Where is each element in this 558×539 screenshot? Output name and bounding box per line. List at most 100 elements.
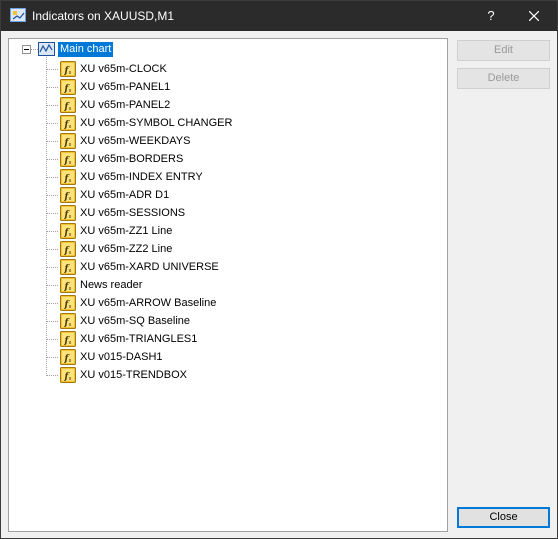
indicator-icon: fx <box>60 79 76 95</box>
help-button[interactable]: ? <box>471 1 511 31</box>
tree-connector <box>46 141 58 142</box>
tree-item-label: XU v65m-ZZ2 Line <box>80 243 173 255</box>
tree-connector <box>46 195 58 196</box>
tree-item[interactable]: f x XU v65m-ZZ2 Line <box>46 240 426 258</box>
tree-connector <box>46 123 58 124</box>
tree-connector <box>46 87 58 88</box>
svg-text:x: x <box>69 178 72 184</box>
collapse-toggle[interactable] <box>22 45 31 54</box>
tree-item-label: XU v65m-SESSIONS <box>80 207 186 219</box>
tree-connector <box>46 177 58 178</box>
tree-connector <box>46 321 58 322</box>
tree-root-main-chart[interactable]: Main chart <box>58 42 114 57</box>
tree-item-label: XU v65m-TRIANGLES1 <box>80 333 198 345</box>
indicator-icon: fx <box>60 223 76 239</box>
indicator-icon: fx <box>60 115 76 131</box>
close-icon <box>528 10 540 22</box>
delete-button[interactable]: Delete <box>457 68 550 89</box>
svg-text:x: x <box>69 196 72 202</box>
tree-item[interactable]: f x XU v65m-CLOCK <box>46 60 426 78</box>
indicator-icon: fx <box>60 133 76 149</box>
tree-item[interactable]: f x XU v65m-PANEL2 <box>46 96 426 114</box>
tree-connector <box>46 303 58 304</box>
svg-text:x: x <box>69 286 72 292</box>
svg-text:x: x <box>69 358 72 364</box>
indicator-icon: fx <box>60 205 76 221</box>
svg-text:x: x <box>69 106 72 112</box>
svg-text:x: x <box>69 142 72 148</box>
tree-connector <box>46 339 58 340</box>
tree-item-label: XU v65m-ARROW Baseline <box>80 297 217 309</box>
tree-item[interactable]: f x XU v015-TRENDBOX <box>46 366 426 384</box>
tree-item[interactable]: f x XU v65m-PANEL1 <box>46 78 426 96</box>
tree-item[interactable]: f x News reader <box>46 276 426 294</box>
tree-item[interactable]: f x XU v65m-BORDERS <box>46 150 426 168</box>
svg-text:x: x <box>69 88 72 94</box>
tree-connector <box>31 49 38 50</box>
svg-text:x: x <box>69 70 72 76</box>
tree-connector <box>46 375 58 376</box>
tree-connector <box>46 249 58 250</box>
svg-text:x: x <box>69 268 72 274</box>
tree-connector <box>46 69 58 70</box>
tree-item-label: XU v65m-XARD UNIVERSE <box>80 261 219 273</box>
indicator-icon: fx <box>60 259 76 275</box>
tree-item-label: XU v015-DASH1 <box>80 351 163 363</box>
indicators-dialog: Indicators on XAUUSD,M1 ? Main chart fx X… <box>0 0 558 539</box>
tree-connector <box>46 231 58 232</box>
svg-text:x: x <box>69 232 72 238</box>
window-title: Indicators on XAUUSD,M1 <box>32 9 175 23</box>
svg-text:x: x <box>69 376 72 382</box>
indicator-icon: fx <box>60 169 76 185</box>
tree-item[interactable]: f x XU v65m-XARD UNIVERSE <box>46 258 426 276</box>
chart-icon <box>38 42 55 56</box>
indicator-icon: fx <box>60 295 76 311</box>
indicators-tree[interactable]: Main chart f x XU v65m-CLOCK f x XU v65m-PANE… <box>8 38 448 532</box>
tree-item-label: XU v65m-PANEL2 <box>80 99 171 111</box>
edit-button[interactable]: Edit <box>457 40 550 61</box>
indicator-icon: fx <box>60 277 76 293</box>
indicator-icon: fx <box>60 187 76 203</box>
tree-item-label: XU v65m-SYMBOL CHANGER <box>80 117 233 129</box>
tree-item-label: XU v65m-ADR D1 <box>80 189 170 201</box>
tree-connector <box>46 285 58 286</box>
tree-connector <box>46 267 58 268</box>
tree-item-label: XU v65m-SQ Baseline <box>80 315 191 327</box>
tree-item[interactable]: f x XU v65m-SESSIONS <box>46 204 426 222</box>
tree-item[interactable]: f x XU v65m-ARROW Baseline <box>46 294 426 312</box>
tree-item-label: XU v65m-ZZ1 Line <box>80 225 173 237</box>
tree-item[interactable]: f x XU v015-DASH1 <box>46 348 426 366</box>
tree-connector <box>46 159 58 160</box>
app-icon <box>10 8 26 22</box>
indicator-icon: fx <box>60 367 76 383</box>
title-bar[interactable]: Indicators on XAUUSD,M1 ? <box>1 1 557 31</box>
tree-item[interactable]: f x XU v65m-SQ Baseline <box>46 312 426 330</box>
indicator-icon: fx <box>60 313 76 329</box>
tree-item-label: News reader <box>80 279 143 291</box>
tree-item-label: XU v65m-CLOCK <box>80 63 167 75</box>
window-close-button[interactable] <box>511 1 557 31</box>
tree-item[interactable]: f x XU v65m-ADR D1 <box>46 186 426 204</box>
svg-text:x: x <box>69 340 72 346</box>
tree-item[interactable]: f x XU v65m-WEEKDAYS <box>46 132 426 150</box>
indicator-icon: fx <box>60 331 76 347</box>
svg-text:x: x <box>69 124 72 130</box>
indicator-icon: fx <box>60 61 76 77</box>
tree-connector <box>46 213 58 214</box>
svg-text:x: x <box>69 214 72 220</box>
tree-item[interactable]: f x XU v65m-INDEX ENTRY <box>46 168 426 186</box>
svg-text:x: x <box>69 160 72 166</box>
indicator-icon: fx <box>60 349 76 365</box>
tree-item-label: XU v65m-INDEX ENTRY <box>80 171 203 183</box>
tree-item-label: XU v65m-BORDERS <box>80 153 184 165</box>
svg-text:x: x <box>69 304 72 310</box>
tree-item[interactable]: f x XU v65m-TRIANGLES1 <box>46 330 426 348</box>
tree-item-label: XU v65m-PANEL1 <box>80 81 171 93</box>
tree-item[interactable]: f x XU v65m-ZZ1 Line <box>46 222 426 240</box>
indicator-icon: fx <box>60 241 76 257</box>
tree-item[interactable]: f x XU v65m-SYMBOL CHANGER <box>46 114 426 132</box>
tree-connector <box>46 357 58 358</box>
close-button[interactable]: Close <box>457 507 550 528</box>
svg-text:x: x <box>69 250 72 256</box>
indicator-icon: fx <box>60 151 76 167</box>
